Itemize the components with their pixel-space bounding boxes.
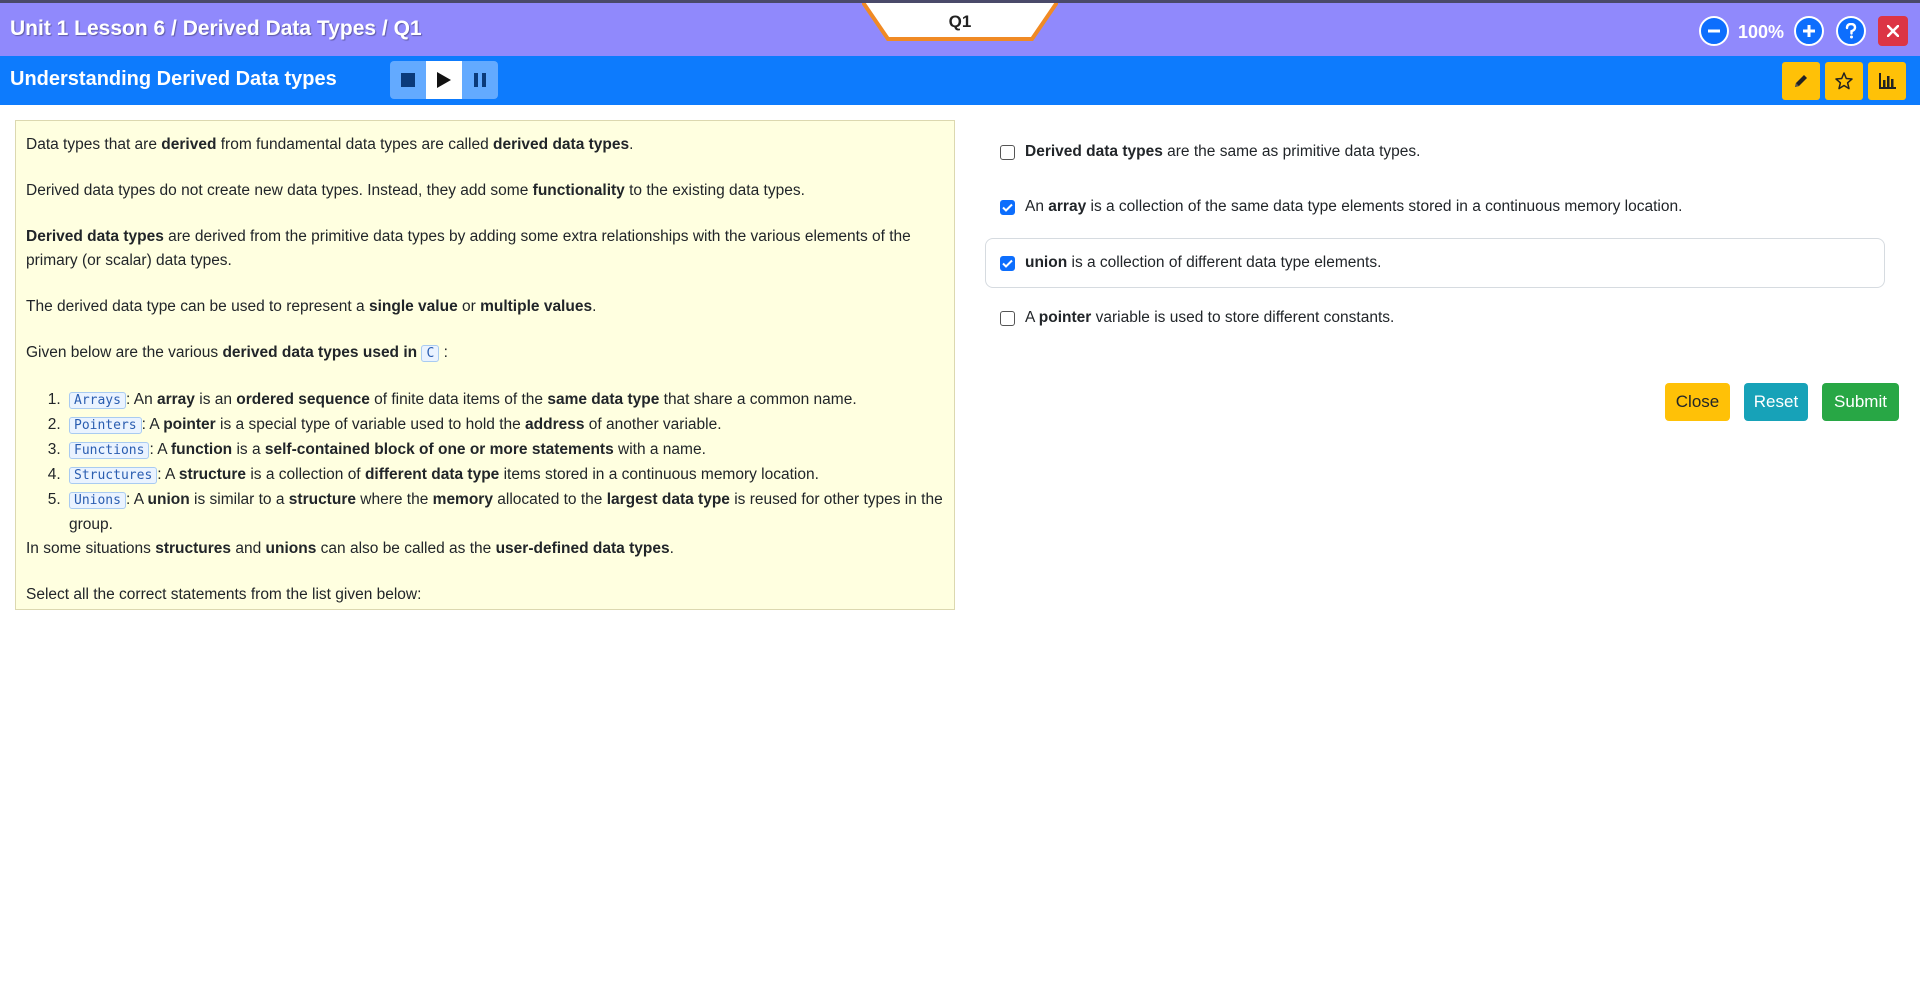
- media-controls: [390, 61, 498, 99]
- inline-code: Pointers: [69, 417, 142, 434]
- inline-code: Arrays: [69, 392, 126, 409]
- list-item: Arrays: An array is an ordered sequence …: [65, 388, 944, 413]
- close-button[interactable]: Close: [1665, 383, 1730, 421]
- minus-icon: [1708, 29, 1720, 33]
- bookmark-button[interactable]: [1825, 62, 1863, 100]
- title-bar: Unit 1 Lesson 6 / Derived Data Types / Q…: [0, 0, 1920, 56]
- option-1[interactable]: Derived data types are the same as primi…: [985, 128, 1885, 176]
- paragraph: In some situations structures and unions…: [26, 540, 674, 557]
- option-label: An array is a collection of the same dat…: [1025, 198, 1683, 215]
- list-item: Unions: A union is similar to a structur…: [65, 488, 944, 537]
- inline-code: C: [421, 345, 440, 362]
- breadcrumb: Unit 1 Lesson 6 / Derived Data Types / Q…: [10, 17, 422, 40]
- option-3[interactable]: union is a collection of different data …: [985, 238, 1885, 288]
- play-icon: [437, 72, 451, 88]
- stats-button[interactable]: [1868, 62, 1906, 100]
- question-tab-label: Q1: [948, 12, 972, 31]
- inline-code: Unions: [69, 492, 126, 509]
- instruction-text: Select all the correct statements from t…: [26, 586, 422, 603]
- paragraph: The derived data type can be used to rep…: [26, 298, 597, 315]
- pencil-icon: [1795, 75, 1807, 87]
- zoom-out-button[interactable]: [1699, 16, 1729, 46]
- zoom-in-button[interactable]: [1794, 16, 1824, 46]
- paragraph: Data types that are derived from fundame…: [26, 136, 634, 153]
- list-item: Functions: A function is a self-containe…: [65, 438, 944, 463]
- submit-button[interactable]: Submit: [1822, 383, 1899, 421]
- list-item: Structures: A structure is a collection …: [65, 463, 944, 488]
- question-mark-icon: [1845, 23, 1857, 39]
- inline-code: Structures: [69, 467, 158, 484]
- close-icon: [1887, 25, 1899, 37]
- derived-types-list: Arrays: An array is an ordered sequence …: [65, 388, 944, 537]
- inline-code: Functions: [69, 442, 150, 459]
- paragraph: Derived data types are derived from the …: [26, 228, 911, 269]
- zoom-level: 100%: [1738, 22, 1785, 42]
- lesson-title: Understanding Derived Data types: [10, 68, 337, 90]
- checkbox[interactable]: [1000, 255, 1015, 271]
- paragraph: Given below are the various derived data…: [26, 344, 448, 362]
- lesson-content: Data types that are derived from fundame…: [15, 120, 955, 610]
- checkbox[interactable]: [1000, 144, 1015, 160]
- star-icon: [1835, 72, 1853, 90]
- reset-button[interactable]: Reset: [1744, 383, 1808, 421]
- option-label: A pointer variable is used to store diff…: [1025, 309, 1395, 326]
- option-label: Derived data types are the same as primi…: [1025, 143, 1421, 160]
- option-4[interactable]: A pointer variable is used to store diff…: [985, 294, 1885, 342]
- checkmark-icon: [1002, 259, 1013, 268]
- stop-icon: [401, 73, 415, 87]
- list-item: Pointers: A pointer is a special type of…: [65, 413, 944, 438]
- option-2[interactable]: An array is a collection of the same dat…: [985, 183, 1885, 231]
- checkmark-icon: [1002, 203, 1013, 212]
- pause-button[interactable]: [462, 61, 498, 99]
- checkbox[interactable]: [1000, 310, 1015, 326]
- stop-button[interactable]: [390, 61, 426, 99]
- question-tab[interactable]: Q1: [862, 3, 1058, 43]
- lesson-header: Understanding Derived Data types: [0, 56, 1920, 105]
- edit-button[interactable]: [1782, 62, 1820, 100]
- play-button[interactable]: [426, 61, 462, 99]
- help-button[interactable]: [1836, 16, 1866, 46]
- bar-chart-icon: [1879, 73, 1896, 89]
- pause-icon: [474, 73, 486, 87]
- plus-icon: [1803, 25, 1815, 37]
- close-window-button[interactable]: [1878, 16, 1908, 46]
- paragraph: Derived data types do not create new dat…: [26, 182, 805, 199]
- option-label: union is a collection of different data …: [1025, 254, 1382, 271]
- checkbox[interactable]: [1000, 199, 1015, 215]
